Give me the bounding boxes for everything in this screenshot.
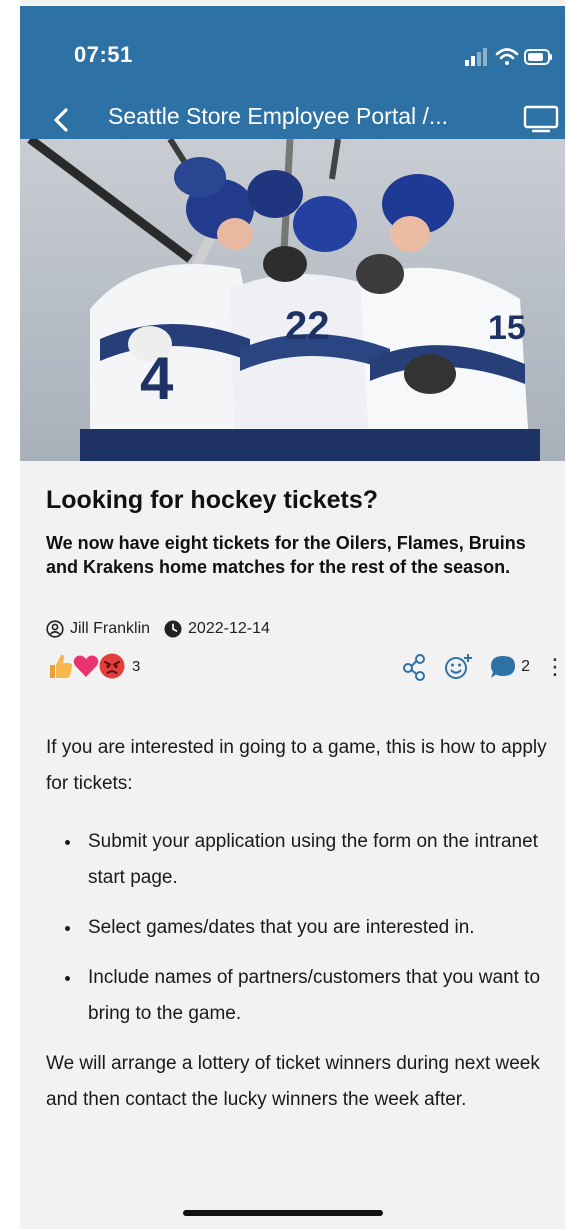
article-lead: We now have eight tickets for the Oilers… <box>46 533 526 577</box>
article-title: Looking for hockey tickets? <box>46 486 379 514</box>
list-item: Include names of partners/customers that… <box>82 960 561 1032</box>
reaction-bar: 3 2 ⋮ <box>46 650 566 686</box>
share-icon[interactable] <box>399 651 431 683</box>
body-intro: If you are interested in going to a game… <box>46 737 547 794</box>
wifi-icon <box>495 48 519 65</box>
svg-text:4: 4 <box>140 345 174 412</box>
article-actions: 2 ⋮ <box>387 650 566 684</box>
thumbs-up-icon <box>50 654 73 678</box>
reaction-summary[interactable]: 3 <box>46 652 140 680</box>
svg-text:22: 22 <box>285 304 330 348</box>
svg-text:15: 15 <box>488 309 526 347</box>
phone-screen: 07:51 Seattle Store Employee Portal /...… <box>20 0 566 1229</box>
battery-icon <box>524 49 552 65</box>
publish-date: 2022-12-14 <box>188 620 270 637</box>
add-reaction-icon[interactable] <box>443 651 475 683</box>
person-icon <box>46 620 64 638</box>
heart-icon <box>73 655 99 677</box>
nav-row: Seattle Store Employee Portal /... <box>20 102 565 138</box>
page-title: Seattle Store Employee Portal /... <box>108 103 449 129</box>
clock-icon <box>164 620 182 638</box>
article-body: If you are interested in going to a game… <box>46 730 561 1118</box>
comment-icon[interactable] <box>487 651 519 683</box>
top-bar: 07:51 Seattle Store Employee Portal /... <box>20 6 565 139</box>
author-name[interactable]: Jill Franklin <box>70 620 150 638</box>
comment-count: 2 <box>521 658 530 675</box>
status-time: 07:51 <box>74 42 133 67</box>
home-indicator[interactable] <box>183 1210 383 1216</box>
angry-face-icon <box>99 653 125 679</box>
list-item: Submit your application using the form o… <box>82 824 561 896</box>
status-icons <box>465 48 552 66</box>
article-meta: Jill Franklin 2022-12-14 <box>46 618 270 640</box>
more-vertical-icon[interactable]: ⋮ <box>544 656 566 678</box>
steps-list: Submit your application using the form o… <box>46 824 561 1032</box>
reaction-count: 3 <box>132 657 141 675</box>
hero-image: 4 22 15 <box>20 139 565 461</box>
back-arrow-icon[interactable] <box>48 102 78 138</box>
display-icon[interactable] <box>521 104 561 134</box>
list-item: Select games/dates that you are interest… <box>82 910 561 946</box>
signal-icon <box>465 48 487 66</box>
body-closing: We will arrange a lottery of ticket winn… <box>46 1053 540 1110</box>
